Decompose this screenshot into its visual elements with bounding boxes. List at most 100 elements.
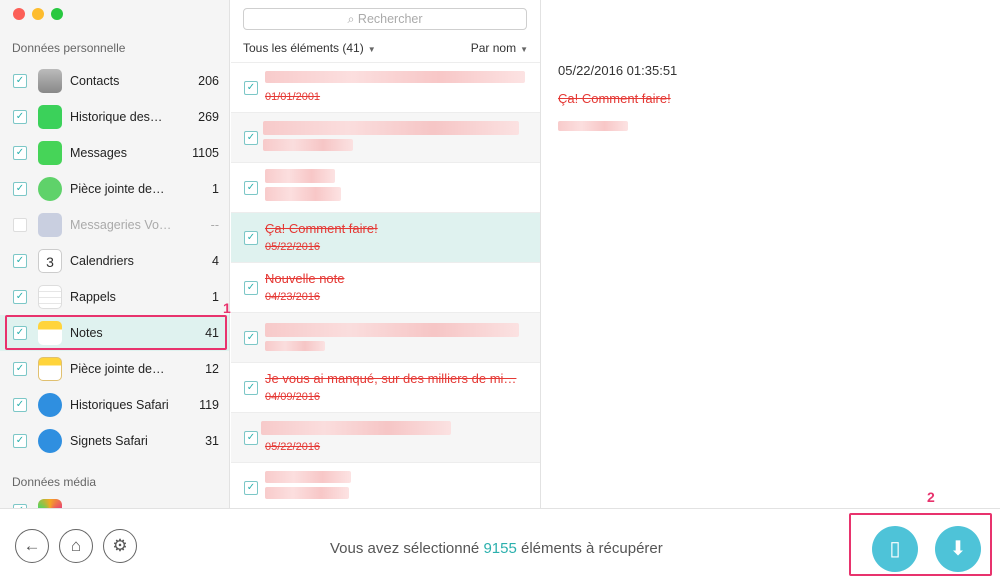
close-button[interactable]: [13, 8, 25, 20]
sidebar-item-label: Pièce jointe de…: [70, 362, 165, 376]
list-item[interactable]: ✓: [231, 312, 540, 362]
selection-status: Vous avez sélectionné 9155 éléments à ré…: [330, 540, 663, 557]
section-title-media: Données média: [12, 475, 97, 489]
note-date: 05/22/2016: [265, 241, 321, 253]
sidebar: Données personnelle ✓ Contacts 206 ✓ His…: [0, 0, 230, 508]
back-button[interactable]: ←: [15, 529, 49, 563]
checkbox[interactable]: ✓: [244, 431, 258, 445]
zoom-button[interactable]: [51, 8, 63, 20]
blurred-text: [265, 169, 335, 183]
list-item[interactable]: ✓ Je vous ai manqué, sur des milliers de…: [231, 362, 540, 412]
recover-buttons-highlight-box: [849, 513, 992, 576]
sidebar-item-label: Contacts: [70, 74, 120, 88]
minimize-button[interactable]: [32, 8, 44, 20]
checkbox[interactable]: ✓: [244, 481, 258, 495]
checkbox[interactable]: ✓: [13, 362, 27, 376]
selected-count: 9155: [483, 540, 517, 557]
blurred-text: [558, 121, 628, 131]
checkbox[interactable]: ✓: [244, 231, 258, 245]
home-button[interactable]: ⌂: [59, 529, 93, 563]
safari-history-icon: [38, 393, 62, 417]
checkbox[interactable]: ✓: [244, 131, 258, 145]
list-item[interactable]: ✓: [231, 162, 540, 212]
sidebar-item-messages[interactable]: ✓ Messages 1105: [0, 135, 229, 171]
checkbox[interactable]: ✓: [13, 74, 27, 88]
sidebar-item-label: Calendriers: [70, 254, 134, 268]
sidebar-item-calendars[interactable]: ✓ 3 Calendriers 4: [0, 243, 229, 279]
note-title: Ça! Comment faire!: [265, 221, 378, 236]
notes-list-pane: ⌕ Rechercher Tous les éléments (41) ▼ Par…: [231, 0, 541, 508]
notes-highlight-box: [5, 315, 227, 350]
sidebar-item-safari-history[interactable]: ✓ Historiques Safari 119: [0, 387, 229, 423]
search-input[interactable]: ⌕ Rechercher: [243, 8, 527, 30]
sidebar-item-count: 1: [212, 290, 219, 304]
checkbox[interactable]: ✓: [13, 182, 27, 196]
checkbox[interactable]: ✓: [13, 110, 27, 124]
status-suffix: éléments à récupérer: [521, 540, 663, 557]
blurred-text: [261, 421, 451, 435]
sidebar-item-contacts[interactable]: ✓ Contacts 206: [0, 63, 229, 99]
app-window: Données personnelle ✓ Contacts 206 ✓ His…: [0, 0, 1000, 580]
sidebar-item-count: 206: [198, 74, 219, 88]
sidebar-item-count: --: [210, 218, 219, 232]
sidebar-item-count: 4: [212, 254, 219, 268]
sidebar-item-count: 1: [212, 182, 219, 196]
list-item[interactable]: ✓ Nouvelle note 04/23/2016: [231, 262, 540, 312]
chevron-down-icon: ▼: [367, 45, 376, 54]
home-icon: ⌂: [70, 536, 82, 555]
filter-label: Tous les éléments (41): [243, 41, 364, 55]
contacts-icon: [38, 69, 62, 93]
list-item[interactable]: ✓ 05/22/2016: [231, 412, 540, 462]
checkbox[interactable]: ✓: [13, 398, 27, 412]
checkbox[interactable]: ✓: [244, 81, 258, 95]
blurred-text: [265, 471, 351, 483]
sort-dropdown[interactable]: Par nom ▼: [471, 41, 528, 55]
note-title: Nouvelle note: [265, 271, 345, 286]
phone-icon: [38, 105, 62, 129]
voicemail-icon: [38, 213, 62, 237]
search-placeholder: Rechercher: [357, 12, 423, 26]
blurred-text: [265, 187, 341, 201]
list-item-selected[interactable]: ✓ Ça! Comment faire! 05/22/2016: [231, 212, 540, 262]
checkbox[interactable]: ✓: [13, 254, 27, 268]
sidebar-item-safari-bookmarks[interactable]: ✓ Signets Safari 31: [0, 423, 229, 459]
sidebar-item-message-attachments[interactable]: ✓ Pièce jointe de… 1: [0, 171, 229, 207]
checkbox[interactable]: ✓: [13, 146, 27, 160]
checkbox[interactable]: ✓: [244, 381, 258, 395]
sort-label: Par nom: [470, 41, 517, 55]
list-item[interactable]: ✓: [231, 462, 540, 508]
note-date: 01/01/2001: [265, 91, 321, 103]
reminders-icon: [38, 285, 62, 309]
calendar-icon: 3: [38, 249, 62, 273]
note-date: 04/09/2016: [265, 391, 321, 403]
filter-dropdown[interactable]: Tous les éléments (41) ▼: [243, 41, 376, 55]
safari-bookmarks-icon: [38, 429, 62, 453]
blurred-text: [263, 139, 353, 151]
attachment-icon: [38, 177, 62, 201]
sidebar-item-voicemail[interactable]: ✓ Messageries Vo… --: [0, 207, 229, 243]
sidebar-item-notes-attachments[interactable]: ✓ Pièce jointe de… 12: [0, 351, 229, 387]
sidebar-item-count: 31: [205, 434, 219, 448]
note-detail-pane: 05/22/2016 01:35:51 Ça! Comment faire!: [542, 0, 1000, 508]
blurred-text: [265, 341, 325, 351]
checkbox[interactable]: ✓: [244, 331, 258, 345]
list-item[interactable]: ✓: [231, 112, 540, 162]
list-item[interactable]: ✓ 01/01/2001: [231, 62, 540, 112]
sidebar-item-reminders[interactable]: ✓ Rappels 1: [0, 279, 229, 315]
sidebar-item-photos[interactable]: ✓: [0, 493, 229, 508]
sidebar-item-call-history[interactable]: ✓ Historique des… 269: [0, 99, 229, 135]
settings-button[interactable]: ⚙: [103, 529, 137, 563]
step-marker-1: 1: [223, 300, 231, 316]
sidebar-item-count: 12: [205, 362, 219, 376]
checkbox[interactable]: ✓: [244, 181, 258, 195]
checkbox[interactable]: ✓: [13, 434, 27, 448]
note-title: Je vous ai manqué, sur des milliers de m…: [265, 371, 517, 386]
sidebar-item-count: 1105: [192, 146, 219, 160]
checkbox[interactable]: ✓: [13, 218, 27, 232]
sidebar-item-label: Historiques Safari: [70, 398, 169, 412]
checkbox[interactable]: ✓: [244, 281, 258, 295]
note-date: 05/22/2016: [265, 441, 321, 453]
note-detail-title: Ça! Comment faire!: [558, 91, 671, 106]
chevron-down-icon: ▼: [520, 45, 528, 54]
checkbox[interactable]: ✓: [13, 290, 27, 304]
